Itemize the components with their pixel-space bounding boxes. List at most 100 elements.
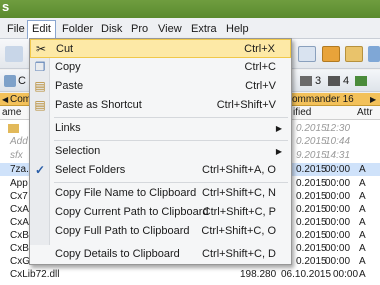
file-attr: A (359, 243, 366, 254)
edit-menu-dropdown: ✂ Cut Ctrl+X ❐ Copy Ctrl+C ▤ Paste Ctrl+… (29, 38, 292, 265)
file-name: CxB (10, 230, 29, 241)
menu-disk[interactable]: Disk (97, 21, 126, 37)
file-attr: A (359, 178, 366, 189)
menu-item-label: Links (55, 122, 81, 134)
menu-extra[interactable]: Extra (187, 21, 221, 37)
menu-item-shortcut: Ctrl+Shift+C, P (202, 206, 276, 218)
up-arrow-icon[interactable]: ◀ (2, 93, 8, 106)
file-name: CxA (10, 217, 29, 228)
file-attr: A (359, 191, 366, 202)
folder-open-icon[interactable] (345, 46, 363, 62)
drive-icon[interactable] (300, 76, 312, 86)
column-name[interactable]: ame (2, 107, 21, 118)
file-date: 0.2015 (296, 164, 327, 175)
window-icon[interactable] (298, 46, 316, 62)
menu-separator (54, 140, 288, 141)
menu-item-label: Copy File Name to Clipboard (55, 187, 197, 199)
menu-item-select-folders[interactable]: ✓ Select Folders Ctrl+Shift+A, O (30, 161, 291, 180)
menu-item-copy[interactable]: ❐ Copy Ctrl+C (30, 58, 291, 77)
file-time: 00:00 (325, 243, 351, 254)
column-attr[interactable]: Attr (357, 107, 373, 118)
menu-item-paste-as-shortcut[interactable]: ▤ Paste as Shortcut Ctrl+Shift+V (30, 96, 291, 115)
file-time: 00:00 (325, 191, 351, 202)
drive-icon[interactable] (4, 75, 16, 87)
right-arrow-icon[interactable]: ▶ (370, 93, 376, 106)
menu-item-copy-details[interactable]: Copy Details to Clipboard Ctrl+Shift+C, … (30, 245, 291, 264)
drive-label[interactable]: 4 (343, 73, 349, 89)
menu-item-label: Cut (56, 43, 74, 55)
file-time: 00:00 (325, 230, 351, 241)
menu-item-label: Selection (55, 145, 101, 157)
file-time: 10:44 (325, 136, 351, 147)
menu-item-label: Select Folders (55, 164, 126, 176)
file-attr: A (359, 164, 366, 175)
file-name: App (10, 178, 28, 189)
menu-separator (54, 182, 288, 183)
menu-item-links[interactable]: Links ▶ (30, 119, 291, 138)
file-attr: A (359, 230, 366, 241)
file-attr: A (359, 256, 366, 267)
copy-icon: ❐ (34, 60, 46, 74)
file-name: 7za. (10, 164, 29, 175)
printer-icon[interactable] (322, 46, 340, 62)
file-name: Add (10, 136, 28, 147)
file-time: 14:31 (325, 150, 351, 161)
submenu-arrow-icon: ▶ (275, 147, 282, 156)
menu-help[interactable]: Help (222, 21, 253, 37)
right-path-label[interactable]: ommander 16 (292, 93, 354, 106)
window-title: s (2, 0, 10, 14)
file-time: 00:00 (325, 178, 351, 189)
folder-icon (8, 124, 19, 133)
file-time: 00:00 (325, 204, 351, 215)
drive-label[interactable]: 3 (315, 73, 321, 89)
file-attr: A (359, 217, 366, 228)
file-name: sfx (10, 150, 23, 161)
file-time: 00:00 (325, 164, 351, 175)
menu-item-shortcut: Ctrl+V (245, 80, 276, 92)
menu-item-shortcut: Ctrl+Shift+C, D (202, 248, 276, 260)
file-date: 0.2015 (296, 191, 327, 202)
drive-c-label[interactable]: C (18, 73, 26, 89)
menu-item-label: Copy Details to Clipboard (55, 248, 180, 260)
menu-item-selection[interactable]: Selection ▶ (30, 142, 291, 161)
menu-item-shortcut: Ctrl+Shift+C, N (202, 187, 276, 199)
file-name: CxB (10, 243, 29, 254)
menu-item-paste[interactable]: ▤ Paste Ctrl+V (30, 77, 291, 96)
checkmark-icon: ✓ (34, 163, 46, 177)
file-date: 0.2015 (296, 123, 327, 134)
menu-folder[interactable]: Folder (58, 21, 97, 37)
menu-item-cut[interactable]: ✂ Cut Ctrl+X (30, 39, 291, 58)
menu-view[interactable]: View (154, 21, 186, 37)
menu-item-copy-file-name[interactable]: Copy File Name to Clipboard Ctrl+Shift+C… (30, 184, 291, 203)
menu-bar: File Edit Folder Disk Pro View Extra Hel… (0, 18, 380, 39)
file-date: 0.2015 (296, 243, 327, 254)
file-name: Cx7 (10, 191, 28, 202)
menu-file[interactable]: File (3, 21, 29, 37)
menu-item-copy-current-path[interactable]: Copy Current Path to Clipboard Ctrl+Shif… (30, 203, 291, 222)
file-name: CxLib72.dll (10, 269, 60, 280)
paste-icon: ▤ (34, 79, 46, 93)
menu-item-copy-full-path[interactable]: Copy Full Path to Clipboard Ctrl+Shift+C… (30, 222, 291, 241)
file-date: 0.2015 (296, 136, 327, 147)
column-modified[interactable]: ified (293, 107, 311, 118)
menu-item-label: Copy Current Path to Clipboard (55, 206, 209, 218)
file-row[interactable]: CxLib72.dll 198.280 06.10.2015 00:00 A (0, 268, 380, 281)
file-time: 12:30 (325, 123, 351, 134)
menu-item-shortcut: Ctrl+X (244, 43, 275, 55)
menu-item-label: Copy Full Path to Clipboard (55, 225, 190, 237)
file-date: 0.2015 (296, 178, 327, 189)
file-date: 0.2015 (296, 230, 327, 241)
toolbar-icon[interactable] (5, 46, 23, 62)
file-attr: A (359, 269, 366, 280)
menu-item-shortcut: Ctrl+Shift+C, O (201, 225, 276, 237)
file-name: CxG (10, 256, 30, 267)
drive-icon[interactable] (328, 76, 340, 86)
menu-pro[interactable]: Pro (127, 21, 152, 37)
file-time: 00:00 (325, 256, 351, 267)
menu-edit[interactable]: Edit (27, 20, 56, 39)
paste-shortcut-icon: ▤ (34, 98, 46, 112)
toolbar-more-icon[interactable] (368, 46, 380, 62)
drive-icon[interactable] (355, 76, 367, 86)
file-date: 06.10.2015 (281, 269, 332, 280)
title-bar: s (0, 0, 380, 18)
